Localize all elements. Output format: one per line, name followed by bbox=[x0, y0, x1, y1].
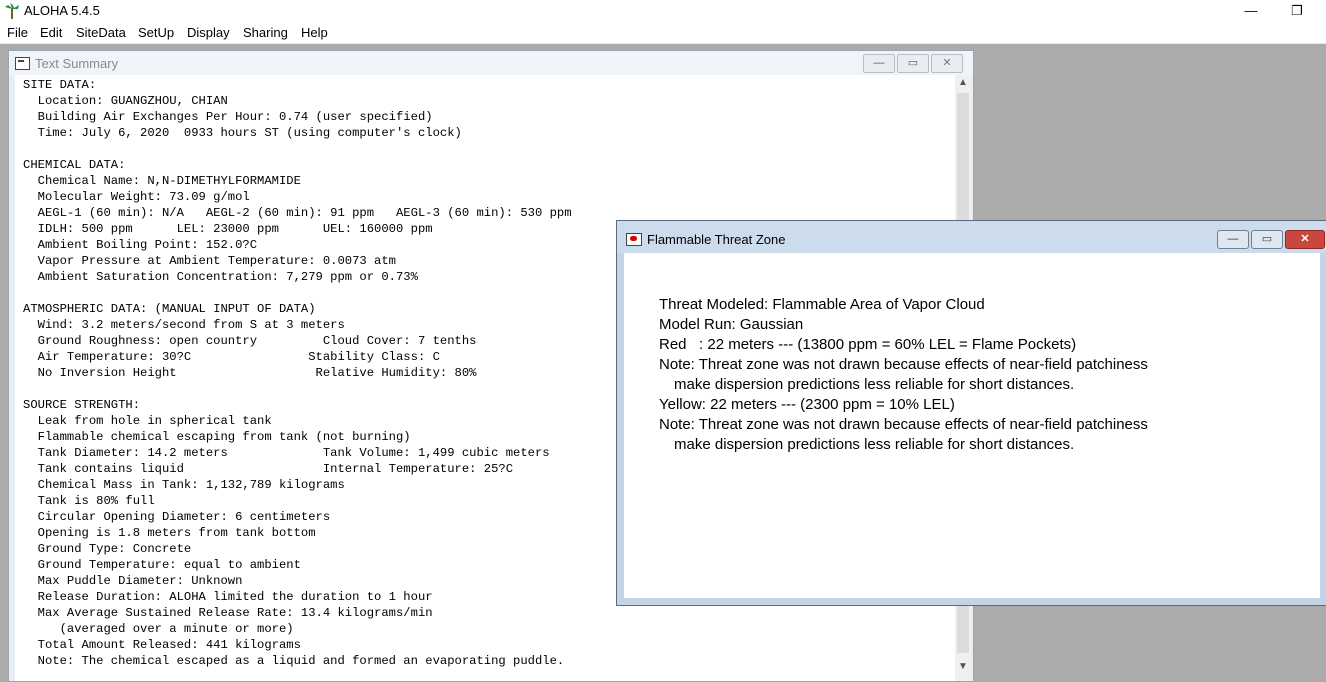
app-title: ALOHA 5.4.5 bbox=[24, 3, 100, 18]
summary-line: Circular Opening Diameter: 6 centimeters bbox=[23, 510, 331, 524]
summary-line: CHEMICAL DATA: bbox=[23, 158, 126, 172]
summary-line: Vapor Pressure at Ambient Temperature: 0… bbox=[23, 254, 396, 268]
text-summary-titlebar[interactable]: Text Summary — ▭ ✕ bbox=[9, 51, 973, 75]
text-summary-close-button[interactable]: ✕ bbox=[931, 54, 963, 73]
restore-icon[interactable]: ❐ bbox=[1274, 0, 1320, 22]
summary-line: SOURCE STRENGTH: bbox=[23, 398, 141, 412]
summary-line: Ground Roughness: open country Cloud Cov… bbox=[23, 334, 477, 348]
summary-line: IDLH: 500 ppm LEL: 23000 ppm UEL: 160000… bbox=[23, 222, 433, 236]
summary-line: Ambient Saturation Concentration: 7,279 … bbox=[23, 270, 418, 284]
palm-tree-icon bbox=[5, 3, 19, 19]
threat-zone-body: Threat Modeled: Flammable Area of Vapor … bbox=[624, 253, 1320, 598]
summary-line: Max Average Sustained Release Rate: 13.4… bbox=[23, 606, 433, 620]
summary-line: Chemical Name: N,N-DIMETHYLFORMAMIDE bbox=[23, 174, 301, 188]
scroll-up-icon[interactable]: ▲ bbox=[955, 75, 971, 91]
summary-line: (averaged over a minute or more) bbox=[23, 622, 294, 636]
threat-zone-titlebar[interactable]: Flammable Threat Zone — ▭ ✕ bbox=[617, 221, 1326, 253]
yellow-note-line: Note: Threat zone was not drawn because … bbox=[659, 416, 1148, 433]
menu-help[interactable]: Help bbox=[301, 25, 328, 40]
menu-edit[interactable]: Edit bbox=[40, 25, 62, 40]
summary-line: Max Puddle Diameter: Unknown bbox=[23, 574, 243, 588]
summary-line: Building Air Exchanges Per Hour: 0.74 (u… bbox=[23, 110, 433, 124]
summary-line: Tank is 80% full bbox=[23, 494, 155, 508]
summary-line: Release Duration: ALOHA limited the dura… bbox=[23, 590, 433, 604]
app-title-bar: ALOHA 5.4.5 — ❐ bbox=[0, 0, 1326, 22]
summary-line: Tank contains liquid Internal Temperatur… bbox=[23, 462, 514, 476]
yellow-note-continuation: make dispersion predictions less reliabl… bbox=[674, 436, 1075, 453]
model-run-line: Model Run: Gaussian bbox=[659, 316, 804, 333]
threat-modeled-line: Threat Modeled: Flammable Area of Vapor … bbox=[659, 296, 985, 313]
menu-sitedata[interactable]: SiteData bbox=[76, 25, 126, 40]
text-summary-maximize-button[interactable]: ▭ bbox=[897, 54, 929, 73]
threat-zone-maximize-button[interactable]: ▭ bbox=[1251, 230, 1283, 249]
menu-sharing[interactable]: Sharing bbox=[243, 25, 288, 40]
summary-line: Flammable chemical escaping from tank (n… bbox=[23, 430, 411, 444]
menu-file[interactable]: File bbox=[7, 25, 28, 40]
red-note-continuation: make dispersion predictions less reliabl… bbox=[674, 376, 1075, 393]
summary-line: Wind: 3.2 meters/second from S at 3 mete… bbox=[23, 318, 345, 332]
summary-line: No Inversion Height Relative Humidity: 8… bbox=[23, 366, 477, 380]
summary-line: Molecular Weight: 73.09 g/mol bbox=[23, 190, 250, 204]
summary-line: Chemical Mass in Tank: 1,132,789 kilogra… bbox=[23, 478, 345, 492]
summary-line: Time: July 6, 2020 0933 hours ST (using … bbox=[23, 126, 462, 140]
summary-line: Ambient Boiling Point: 152.0?C bbox=[23, 238, 258, 252]
red-note-line: Note: Threat zone was not drawn because … bbox=[659, 356, 1148, 373]
text-summary-title: Text Summary bbox=[35, 56, 119, 71]
red-zone-line: Red : 22 meters --- (13800 ppm = 60% LEL… bbox=[659, 336, 1077, 353]
menu-display[interactable]: Display bbox=[187, 25, 230, 40]
text-summary-minimize-button[interactable]: — bbox=[863, 54, 895, 73]
menu-setup[interactable]: SetUp bbox=[138, 25, 174, 40]
minimize-icon[interactable]: — bbox=[1228, 0, 1274, 22]
summary-line: Note: The chemical escaped as a liquid a… bbox=[23, 654, 565, 668]
summary-line: Air Temperature: 30?C Stability Class: C bbox=[23, 350, 440, 364]
summary-line: AEGL-1 (60 min): N/A AEGL-2 (60 min): 91… bbox=[23, 206, 572, 220]
summary-line: Ground Type: Concrete bbox=[23, 542, 192, 556]
threat-zone-icon bbox=[626, 233, 642, 246]
threat-zone-close-button[interactable]: ✕ bbox=[1285, 230, 1325, 249]
summary-line: SITE DATA: bbox=[23, 78, 97, 92]
text-summary-content: SITE DATA: Location: GUANGZHOU, CHIAN Bu… bbox=[23, 77, 572, 669]
summary-line: Total Amount Released: 441 kilograms bbox=[23, 638, 301, 652]
summary-line: ATMOSPHERIC DATA: (MANUAL INPUT OF DATA) bbox=[23, 302, 316, 316]
summary-line: Opening is 1.8 meters from tank bottom bbox=[23, 526, 316, 540]
yellow-zone-line: Yellow: 22 meters --- (2300 ppm = 10% LE… bbox=[659, 396, 955, 413]
threat-zone-title: Flammable Threat Zone bbox=[647, 232, 786, 247]
menu-bar: File Edit SiteData SetUp Display Sharing… bbox=[0, 22, 1326, 44]
document-icon bbox=[15, 57, 30, 70]
threat-zone-content: Threat Modeled: Flammable Area of Vapor … bbox=[659, 295, 1148, 455]
summary-line: Location: GUANGZHOU, CHIAN bbox=[23, 94, 228, 108]
flammable-threat-zone-window: Flammable Threat Zone — ▭ ✕ Threat Model… bbox=[616, 220, 1326, 606]
scroll-down-icon[interactable]: ▼ bbox=[955, 659, 971, 675]
threat-zone-minimize-button[interactable]: — bbox=[1217, 230, 1249, 249]
summary-line: Leak from hole in spherical tank bbox=[23, 414, 272, 428]
summary-line: Ground Temperature: equal to ambient bbox=[23, 558, 301, 572]
summary-line: Tank Diameter: 14.2 meters Tank Volume: … bbox=[23, 446, 550, 460]
